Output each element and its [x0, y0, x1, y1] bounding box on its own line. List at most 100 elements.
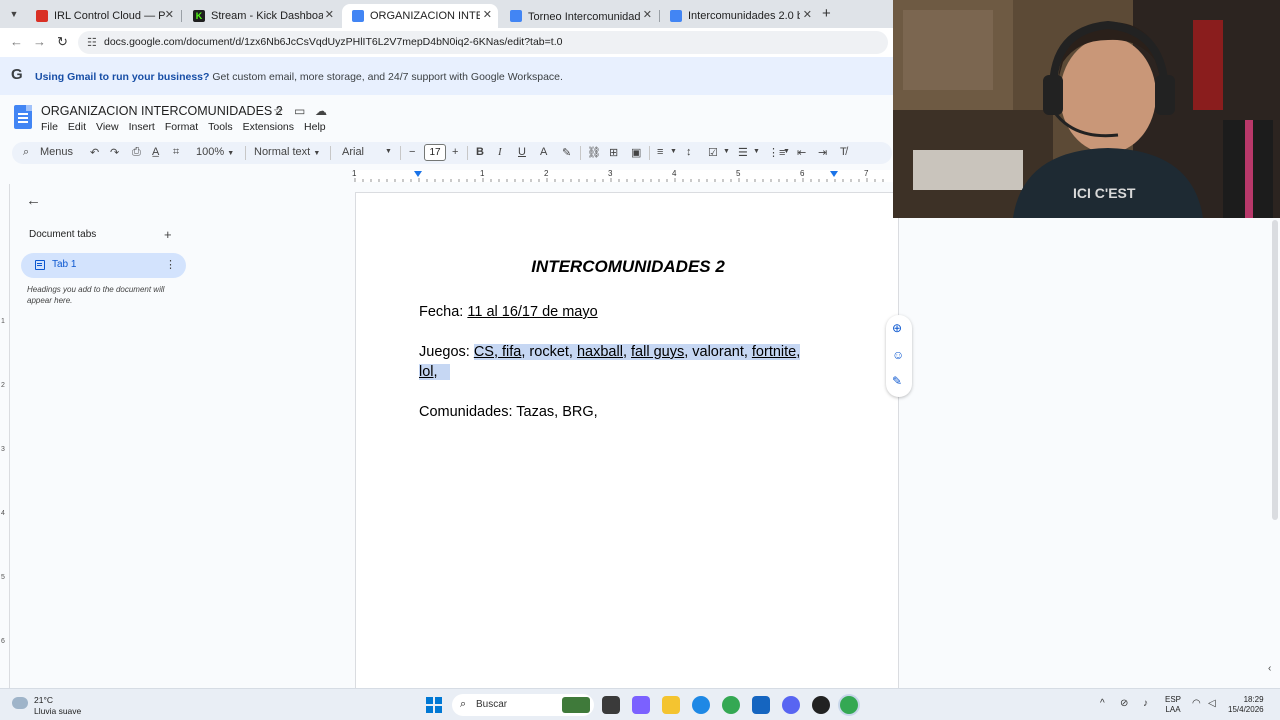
- browser-tab-torneo[interactable]: Torneo Intercomunidades 🏆 - ✕: [500, 4, 658, 28]
- wifi-icon[interactable]: ◠: [1192, 698, 1201, 709]
- task-view-icon[interactable]: [602, 696, 620, 714]
- menu-insert[interactable]: Insert: [129, 121, 155, 133]
- document-heading[interactable]: INTERCOMUNIDADES 2: [356, 257, 900, 277]
- browser-tab-intercomunidades[interactable]: Intercomunidades 2.0 by DiCHA ✕: [660, 4, 818, 28]
- font-size-input[interactable]: 17: [424, 144, 446, 161]
- new-tab-button[interactable]: +: [822, 5, 831, 22]
- document-title[interactable]: ORGANIZACION INTERCOMUNIDADES 2: [41, 104, 283, 118]
- back-icon[interactable]: ←: [10, 34, 23, 49]
- juegos-line[interactable]: Juegos: CS, fifa, rocket, haxball, fall …: [419, 344, 801, 360]
- move-folder-icon[interactable]: ▭: [294, 104, 305, 118]
- document-page[interactable]: INTERCOMUNIDADES 2 Fecha: 11 al 16/17 de…: [355, 192, 899, 688]
- microphone-icon[interactable]: ♪: [1143, 698, 1148, 709]
- vertical-scrollbar[interactable]: [1270, 218, 1280, 688]
- reload-icon[interactable]: ↻: [57, 34, 68, 50]
- chevron-down-icon[interactable]: ▼: [753, 148, 760, 155]
- store-icon[interactable]: [752, 696, 770, 714]
- docs-logo-icon[interactable]: [14, 105, 32, 129]
- document-tab-1[interactable]: Tab 1 ⋮: [21, 253, 186, 278]
- clear-formatting-icon[interactable]: T̸: [840, 146, 847, 158]
- weather-description[interactable]: Lluvia suave: [34, 706, 81, 716]
- menu-format[interactable]: Format: [165, 121, 198, 133]
- increase-font-icon[interactable]: +: [452, 146, 458, 158]
- scrollbar-thumb[interactable]: [1272, 220, 1278, 520]
- volume-icon[interactable]: ◁: [1208, 698, 1216, 709]
- italic-icon[interactable]: I: [498, 146, 502, 158]
- tab-search-chevron-icon[interactable]: ▼: [6, 6, 22, 22]
- url-field[interactable]: ☷ docs.google.com/document/d/1zx6Nb6JcCs…: [78, 31, 888, 54]
- copilot-icon[interactable]: [632, 696, 650, 714]
- more-options-icon[interactable]: ⋮: [165, 258, 176, 271]
- network-off-icon[interactable]: ⊘: [1120, 698, 1128, 709]
- menu-help[interactable]: Help: [304, 121, 326, 133]
- show-hidden-icons-icon[interactable]: ^: [1100, 698, 1105, 709]
- forward-icon[interactable]: →: [33, 34, 46, 49]
- close-icon[interactable]: ✕: [643, 8, 652, 21]
- close-icon[interactable]: ✕: [803, 8, 812, 21]
- checklist-icon[interactable]: ☑: [708, 146, 718, 159]
- edge-icon[interactable]: [692, 696, 710, 714]
- menu-edit[interactable]: Edit: [68, 121, 86, 133]
- add-comment-icon[interactable]: ⊕: [892, 321, 902, 335]
- search-menus-label[interactable]: Menus: [40, 146, 73, 158]
- decrease-indent-icon[interactable]: ⇤: [797, 146, 806, 159]
- browser-tab-irl[interactable]: IRL Control Cloud — Panel de C ✕: [26, 4, 180, 28]
- close-icon[interactable]: ✕: [325, 8, 334, 21]
- style-select[interactable]: Normal text ▼: [254, 146, 320, 158]
- menu-tools[interactable]: Tools: [208, 121, 233, 133]
- menu-extensions[interactable]: Extensions: [243, 121, 294, 133]
- emoji-reaction-icon[interactable]: ☺: [892, 348, 904, 362]
- redo-icon[interactable]: ↷: [110, 146, 119, 159]
- highlight-icon[interactable]: ✎: [562, 146, 571, 159]
- chevron-down-icon[interactable]: ▼: [385, 148, 392, 155]
- undo-icon[interactable]: ↶: [90, 146, 99, 159]
- close-icon[interactable]: ✕: [165, 8, 174, 21]
- underline-icon[interactable]: U: [518, 146, 526, 158]
- taskbar-search-box[interactable]: ⌕ Buscar: [452, 694, 594, 716]
- add-tab-button[interactable]: +: [164, 227, 172, 242]
- file-explorer-icon[interactable]: [662, 696, 680, 714]
- weather-temperature[interactable]: 21°C: [34, 695, 53, 705]
- system-clock[interactable]: 18:29 15/4/2026: [1228, 695, 1264, 715]
- suggest-edits-icon[interactable]: ✎: [892, 374, 902, 388]
- weather-cloud-icon[interactable]: [12, 697, 28, 709]
- chevron-down-icon[interactable]: ▼: [723, 148, 730, 155]
- bulleted-list-icon[interactable]: ☰: [738, 146, 748, 159]
- bold-icon[interactable]: B: [476, 146, 484, 158]
- paint-format-icon[interactable]: ⌗: [173, 146, 179, 159]
- browser-tab-organizacion[interactable]: ORGANIZACION INTERCOMUN ✕: [342, 4, 498, 28]
- image-icon[interactable]: ▣: [631, 146, 641, 159]
- comunidades-line[interactable]: Comunidades: Tazas, BRG,: [419, 404, 598, 420]
- chrome-icon[interactable]: [722, 696, 740, 714]
- banner-text[interactable]: Using Gmail to run your business? Get cu…: [35, 71, 563, 83]
- obs-icon[interactable]: [812, 696, 830, 714]
- chevron-down-icon[interactable]: ▼: [783, 148, 790, 155]
- windows-start-icon[interactable]: [426, 697, 442, 713]
- language-indicator[interactable]: ESP LAA: [1165, 695, 1181, 715]
- print-icon[interactable]: ⎙: [132, 146, 141, 159]
- align-left-icon[interactable]: ≡: [657, 146, 663, 158]
- decrease-font-icon[interactable]: −: [409, 146, 415, 158]
- spellcheck-icon[interactable]: A̲: [152, 146, 159, 158]
- comment-icon[interactable]: ⊞: [609, 146, 618, 159]
- link-icon[interactable]: ⛓: [587, 146, 601, 159]
- discord-icon[interactable]: [782, 696, 800, 714]
- increase-indent-icon[interactable]: ⇥: [818, 146, 827, 159]
- close-outline-arrow-icon[interactable]: ←: [26, 192, 41, 209]
- line-spacing-icon[interactable]: ↕: [686, 146, 692, 158]
- menu-file[interactable]: File: [41, 121, 58, 133]
- close-icon[interactable]: ✕: [483, 8, 492, 21]
- text-color-icon[interactable]: A: [540, 146, 547, 158]
- fecha-line[interactable]: Fecha: 11 al 16/17 de mayo: [419, 304, 598, 320]
- zoom-select[interactable]: 100% ▼: [196, 146, 234, 158]
- browser-tab-kick[interactable]: K Stream - Kick Dashboard ✕: [183, 4, 340, 28]
- site-info-icon[interactable]: ☷: [87, 36, 97, 49]
- chevron-down-icon[interactable]: ▼: [670, 148, 677, 155]
- star-icon[interactable]: ☆: [273, 104, 284, 118]
- search-icon[interactable]: ⌕: [23, 146, 29, 159]
- chevron-left-icon[interactable]: ‹: [1268, 663, 1271, 674]
- menu-view[interactable]: View: [96, 121, 119, 133]
- cloud-saved-icon[interactable]: ☁: [315, 104, 327, 118]
- font-select[interactable]: Arial: [342, 146, 364, 158]
- chrome-active-icon[interactable]: [840, 696, 858, 714]
